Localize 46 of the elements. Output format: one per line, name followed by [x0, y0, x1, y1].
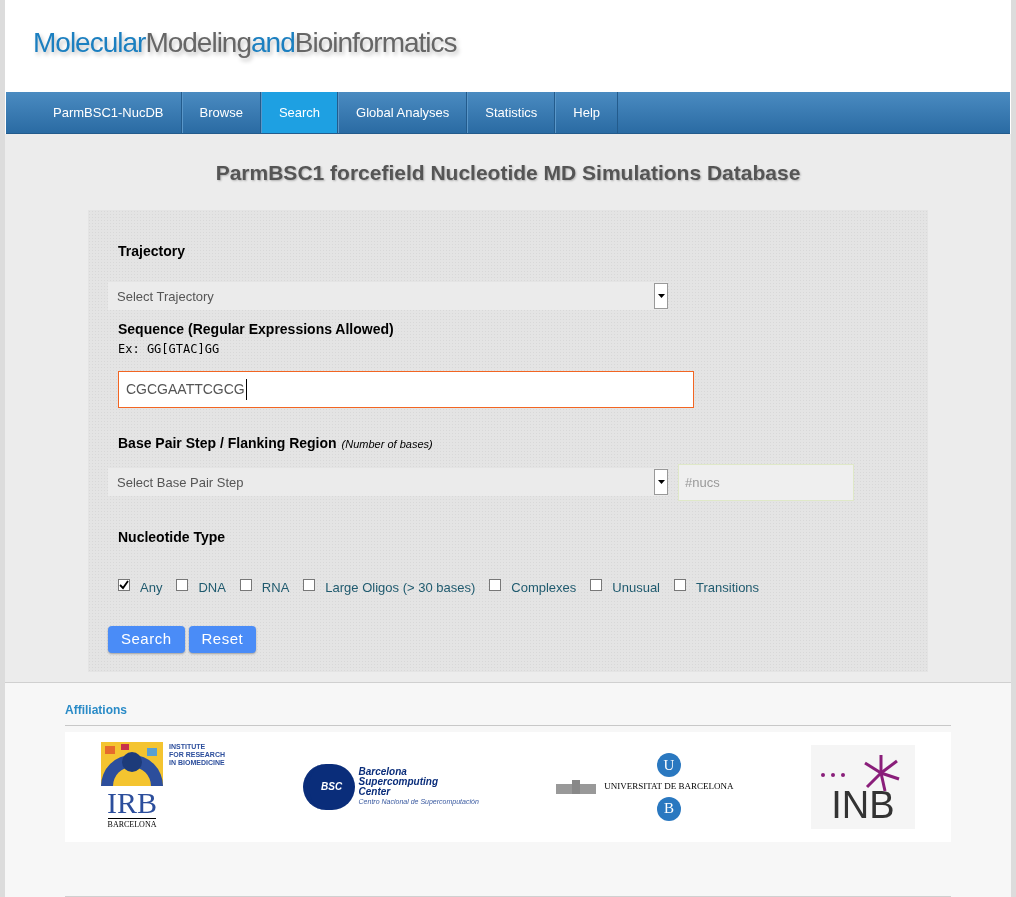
page-title: ParmBSC1 forcefield Nucleotide MD Simulations Database	[215, 159, 801, 186]
checkbox[interactable]	[303, 579, 316, 592]
bsc-logo-text: Center	[358, 786, 391, 797]
site-logo[interactable]: MolecularModelingandBioinformatics	[33, 21, 457, 64]
field-label: Sequence (Regular Expressions Allowed)	[118, 320, 395, 340]
checkbox[interactable]	[674, 579, 686, 592]
section-title: Affiliations	[65, 702, 128, 719]
inb-logo-text: INB	[831, 785, 895, 825]
checkbox[interactable]	[489, 579, 502, 592]
irb-logo-text: IRB	[107, 788, 157, 819]
trajectory-select[interactable]: Select Trajectory	[108, 282, 668, 311]
dropdown-caret-icon	[654, 283, 668, 310]
form-button[interactable]: Reset	[188, 625, 257, 653]
field-note: (Number of bases)	[341, 437, 433, 453]
checkbox-label[interactable]: Complexes	[511, 578, 577, 598]
bsc-logo-text: Barcelona	[358, 766, 408, 777]
checkbox-label[interactable]: Large Oligos (> 30 bases)	[325, 578, 476, 598]
nucs-input[interactable]: #nucs	[678, 464, 854, 502]
checkbox-label[interactable]: RNA	[261, 578, 290, 598]
example-text: Ex: GG[GTAC]GG	[118, 341, 221, 359]
base-pair-select[interactable]: Select Base Pair Step	[108, 468, 668, 497]
checkbox-label[interactable]: Any	[140, 578, 163, 598]
form-button[interactable]: Search	[108, 625, 185, 653]
checkbox-label[interactable]: Unusual	[612, 578, 660, 598]
nav-tab[interactable]: Browse	[181, 91, 261, 133]
nav-tab[interactable]: Statistics	[467, 91, 556, 133]
bsc-logo-text: Supercomputing	[358, 776, 439, 787]
sequence-input[interactable]: CGCGAATTCGCG	[118, 371, 694, 409]
checkbox-label[interactable]: Transitions	[696, 578, 760, 598]
nav-tab[interactable]: Help	[555, 91, 619, 133]
field-label: Base Pair Step / Flanking Region	[118, 434, 337, 454]
nav-tab[interactable]: ParmBSC1-NucDB	[36, 91, 182, 133]
nav-tab[interactable]: Global Analyses	[338, 91, 468, 133]
building-icon	[556, 780, 597, 794]
field-label: Nucleotide Type	[118, 528, 227, 548]
dropdown-caret-icon	[654, 469, 668, 496]
checkbox[interactable]	[590, 579, 603, 592]
checkbox[interactable]	[118, 579, 130, 592]
field-label: Trajectory	[118, 242, 186, 262]
dots-icon	[821, 773, 845, 777]
irb-logo-subtitle: BARCELONA	[107, 818, 157, 832]
ub-logo-text: UNIVERSITAT DE BARCELONA	[604, 780, 734, 794]
checkbox-label[interactable]: DNA	[198, 578, 226, 598]
bsc-logo-mark: BSC	[302, 764, 355, 810]
checkbox[interactable]	[239, 579, 252, 592]
checkbox[interactable]	[176, 579, 189, 592]
